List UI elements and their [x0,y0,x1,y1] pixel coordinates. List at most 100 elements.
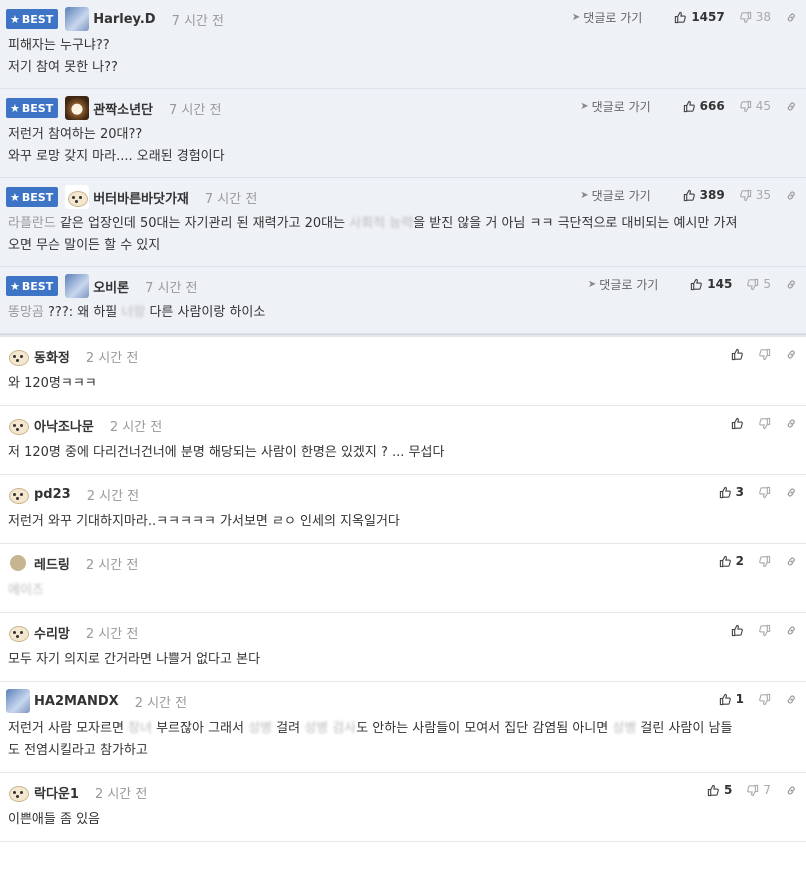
downvote-button[interactable] [758,624,771,637]
downvote-count: 45 [755,99,771,113]
nickname[interactable]: Harley.D [93,12,155,27]
downvote-button[interactable]: 38 [739,10,771,24]
blurred-text: 성병 [612,721,637,736]
blurred-text: 너랑 [121,305,146,320]
nickname[interactable]: 버터바른바닷가재 [93,188,189,207]
comment-text: 똥망곰 ???: 왜 하필 너랑 다른 사람이랑 하이소 [6,297,798,333]
nickname[interactable]: 락다운1 [34,783,79,802]
copy-link-icon[interactable] [785,11,798,24]
goto-comment-link[interactable]: ➤ 댓글로 가기 [580,187,650,204]
text-segment: 저런거 사람 모자르면 [8,721,129,736]
copy-link-icon[interactable] [785,417,798,430]
downvote-button[interactable] [758,555,771,568]
upvote-button[interactable]: 2 [719,554,744,568]
upvote-button[interactable] [731,348,744,361]
downvote-button[interactable]: 45 [739,99,771,113]
nickname[interactable]: HA2MANDX [34,694,119,709]
comment-text: 모두 자기 의지로 간거라면 나쁠거 없다고 본다 [6,643,798,681]
comment-text: 에이즈 [6,574,798,612]
avatar[interactable] [6,780,30,804]
downvote-count: 38 [755,10,771,24]
avatar[interactable] [65,96,90,120]
star-icon: ★ [10,12,20,26]
comment-line: 저런거 와꾸 기대하지마라..ㅋㅋㅋㅋㅋ 가서보면 ㄹㅇ 인세의 지옥일거다 [8,511,796,533]
text-segment: 저런거 참여하는 20대?? [8,127,143,142]
downvote-count: 5 [763,277,771,291]
downvote-button[interactable] [758,417,771,430]
comment-header: 수리망 2 시간 전 [6,620,798,644]
upvote-button[interactable]: 145 [690,277,732,291]
nickname[interactable]: 오비론 [93,277,129,296]
best-comment: ★ BEST Harley.D 7 시간 전 ➤ 댓글로 가기 1457 38 피해자는 누구냐… [0,0,806,89]
upvote-count: 389 [699,188,725,202]
downvote-button[interactable] [758,486,771,499]
avatar[interactable] [65,7,90,31]
thumbs-up-icon [690,278,703,291]
nickname[interactable]: 관짝소년단 [93,99,153,118]
downvote-button[interactable] [758,693,771,706]
downvote-button[interactable] [758,348,771,361]
text-segment: 모두 자기 의지로 간거라면 나쁠거 없다고 본다 [8,652,261,667]
avatar[interactable] [6,413,30,437]
timestamp: 7 시간 전 [171,13,224,29]
avatar[interactable] [10,555,26,571]
upvote-button[interactable]: 1457 [674,10,725,24]
goto-comment-link[interactable]: ➤ 댓글로 가기 [588,276,658,293]
thumbs-up-icon [731,624,744,637]
downvote-button[interactable]: 35 [739,188,771,202]
copy-link-icon[interactable] [785,693,798,706]
upvote-button[interactable]: 666 [683,99,725,113]
downvote-button[interactable]: 5 [746,277,771,291]
nickname[interactable]: 레드링 [34,554,70,573]
avatar[interactable] [65,274,90,298]
best-label: BEST [21,190,54,204]
copy-link-icon[interactable] [785,624,798,637]
avatar[interactable] [6,344,30,368]
upvote-count: 1 [735,692,744,706]
upvote-button[interactable] [731,417,744,430]
comment-line: 에이즈 [8,580,796,602]
upvote-button[interactable]: 1 [719,692,744,706]
blurred-text: 사회적 능력 [349,216,414,231]
text-segment: 이쁜애들 좀 있음 [8,812,100,827]
downvote-button[interactable]: 7 [746,783,771,797]
nickname[interactable]: 수리망 [34,623,70,642]
thumbs-down-icon [758,693,771,706]
avatar[interactable] [65,185,90,209]
thumbs-down-icon [746,784,759,797]
comment: 아낙조나문 2 시간 전저 120명 중에 다리건너건너에 분명 해당되는 사람이… [0,406,806,475]
nickname[interactable]: 동화정 [34,347,70,366]
timestamp: 2 시간 전 [85,626,139,642]
nickname[interactable]: pd23 [34,487,71,502]
comment-text: 저 120명 중에 다리건너건너에 분명 해당되는 사람이 한명은 있겠지 ? … [6,436,798,474]
comment-line: 오면 무슨 말이든 할 수 있지 [8,235,796,257]
copy-link-icon[interactable] [785,189,798,202]
avatar[interactable] [6,689,30,713]
text-segment: 저런거 와꾸 기대하지마라..ㅋㅋㅋㅋㅋ 가서보면 ㄹㅇ 인세의 지옥일거다 [8,514,400,529]
thumbs-down-icon [746,278,759,291]
avatar[interactable] [6,620,30,644]
upvote-button[interactable]: 389 [683,188,725,202]
comment-actions: 1 [705,690,798,708]
goto-comment-label: 댓글로 가기 [599,277,659,292]
timestamp: 2 시간 전 [134,695,188,711]
copy-link-icon[interactable] [785,784,798,797]
best-badge: ★ BEST [6,9,59,29]
goto-comment-link[interactable]: ➤ 댓글로 가기 [580,98,650,115]
upvote-button[interactable] [731,624,744,637]
comment-text: 저런거 사람 모자르면 창녀 부르잖아 그래서 성병 걸려 성병 검사도 안하는… [6,712,798,772]
goto-comment-label: 댓글로 가기 [583,10,643,25]
nickname[interactable]: 아낙조나문 [34,416,94,435]
copy-link-icon[interactable] [785,278,798,291]
copy-link-icon[interactable] [785,348,798,361]
upvote-button[interactable]: 5 [707,783,732,797]
copy-link-icon[interactable] [785,100,798,113]
best-label: BEST [21,12,54,26]
goto-comment-link[interactable]: ➤ 댓글로 가기 [572,9,642,26]
copy-link-icon[interactable] [785,555,798,568]
copy-link-icon[interactable] [785,486,798,499]
thumbs-down-icon [758,555,771,568]
star-icon: ★ [10,190,20,204]
avatar[interactable] [6,482,30,506]
upvote-button[interactable]: 3 [719,485,744,499]
